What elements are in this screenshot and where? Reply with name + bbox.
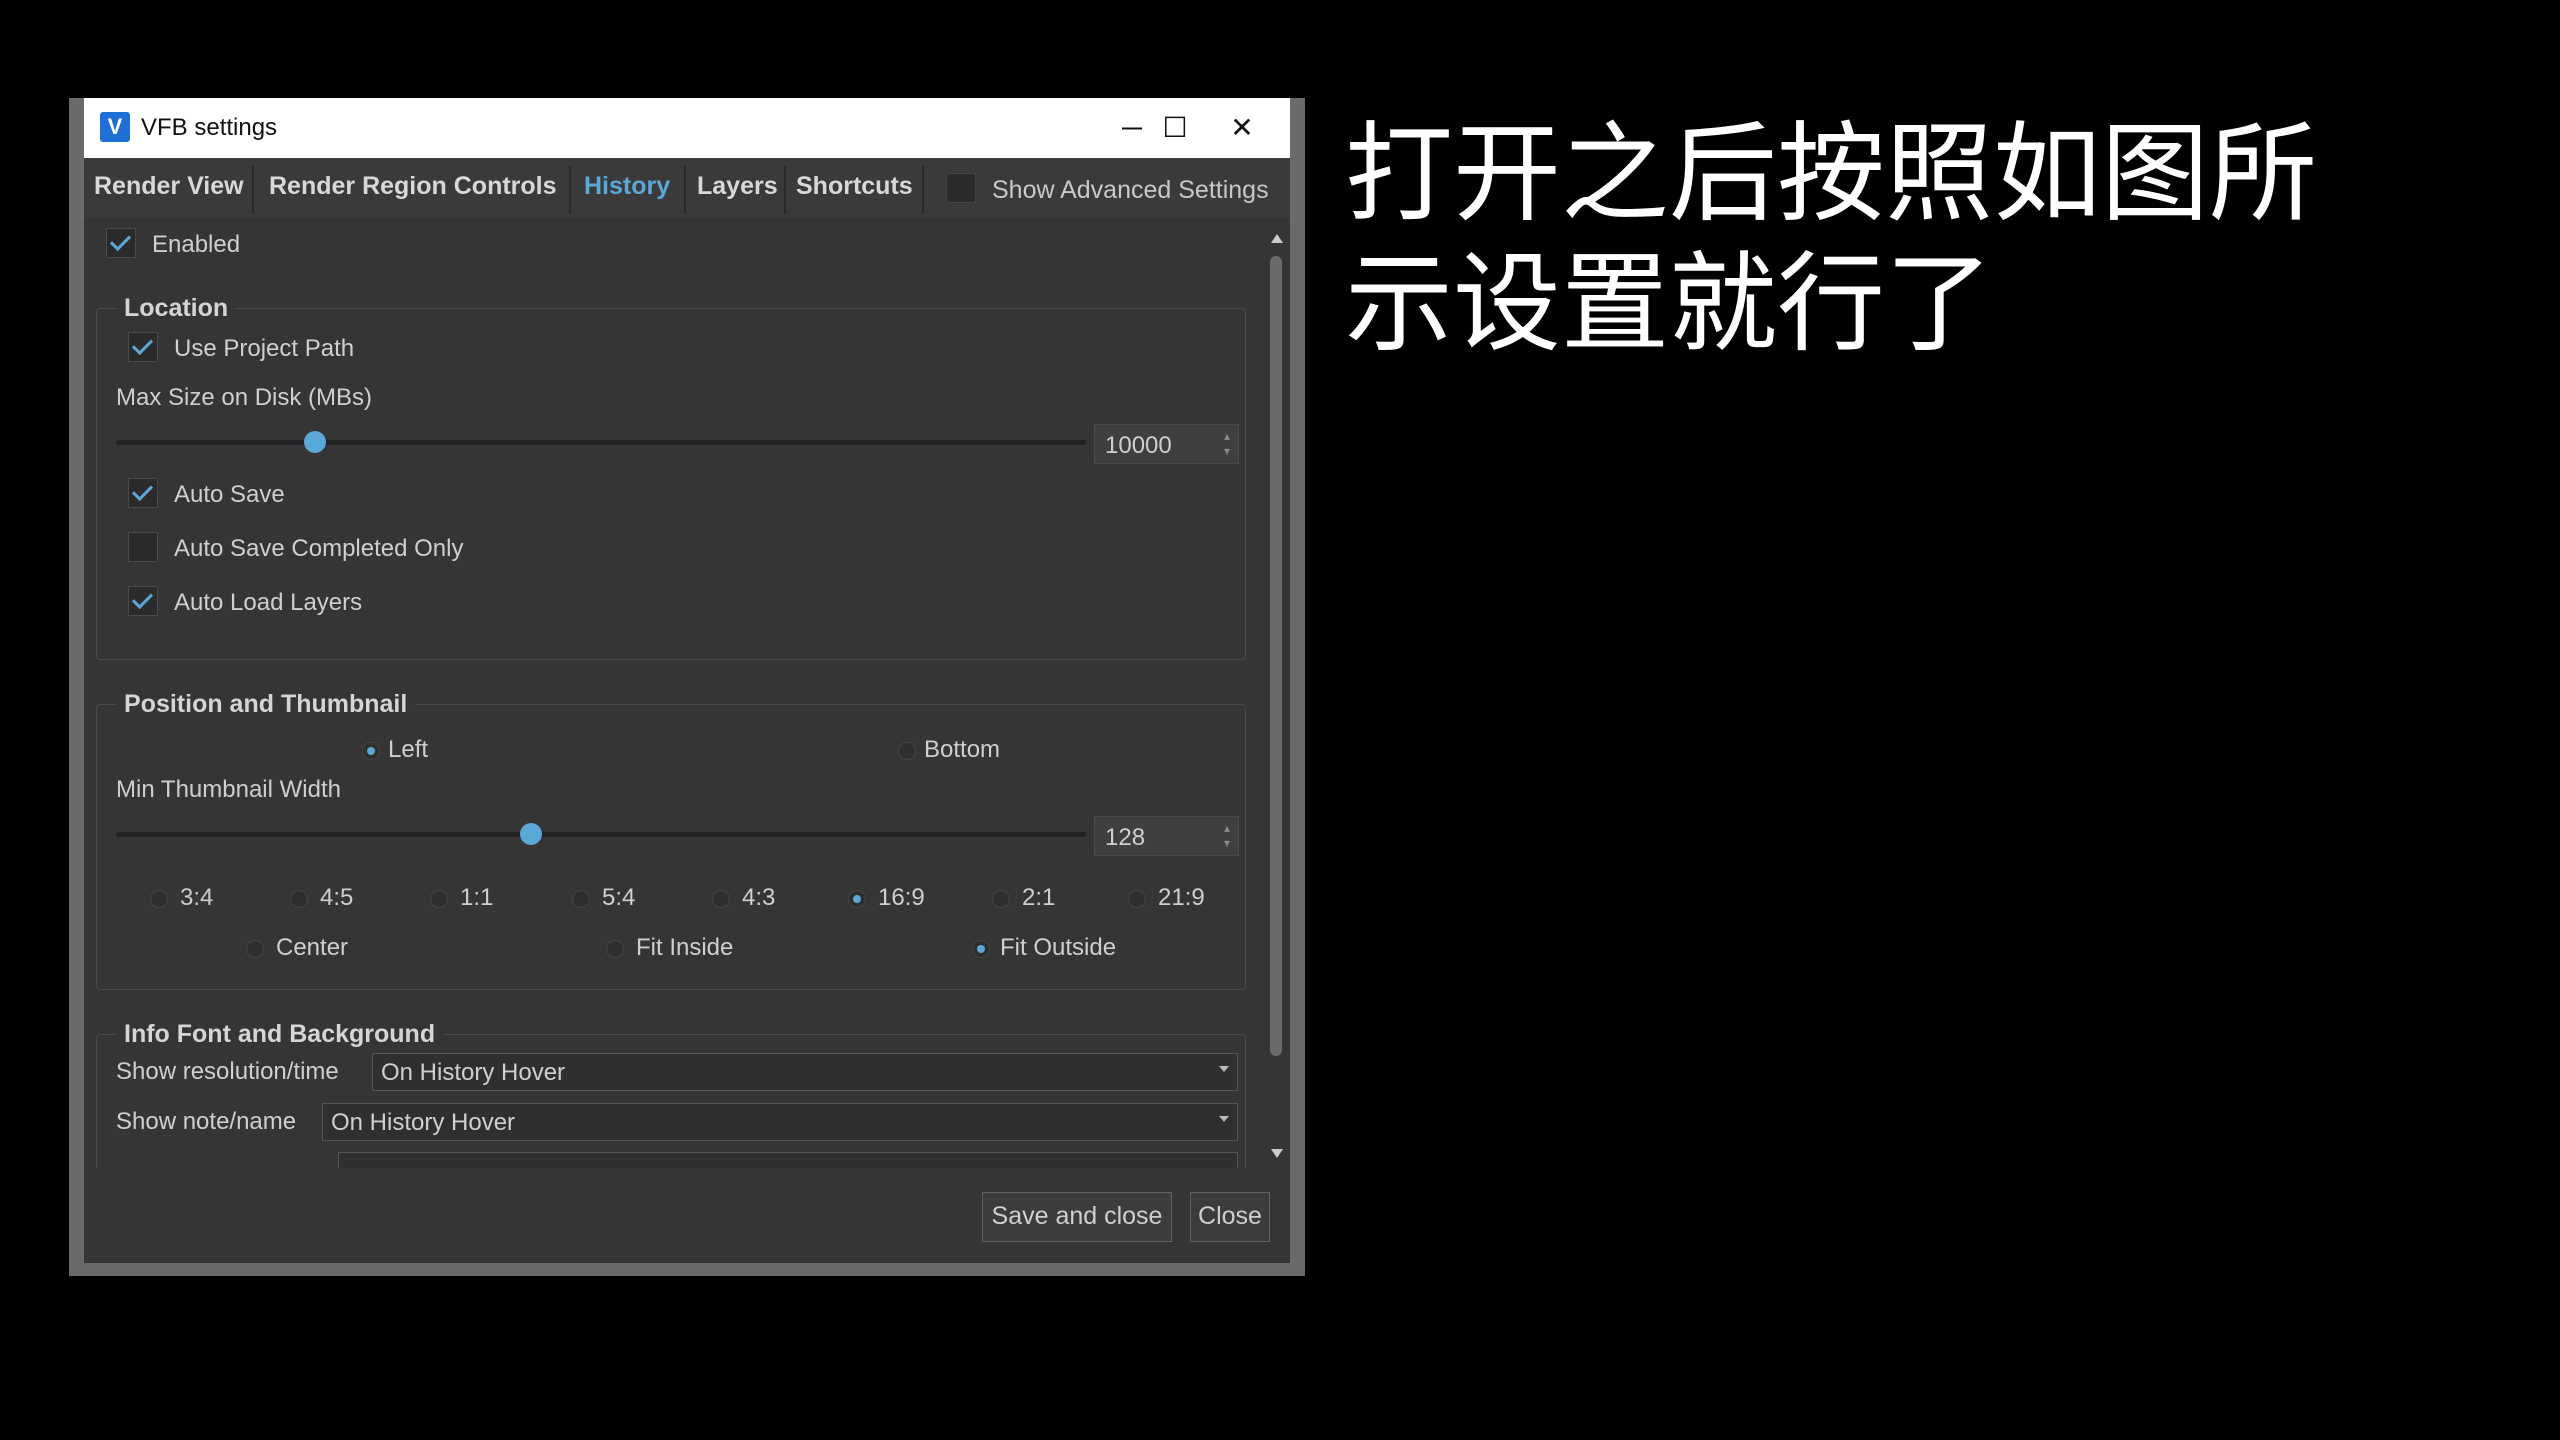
use-project-path-checkbox[interactable] xyxy=(128,332,158,362)
tab-history[interactable]: History xyxy=(584,172,670,201)
tab-divider xyxy=(252,166,254,214)
enabled-label: Enabled xyxy=(152,231,241,258)
min-thumb-width-spinbox[interactable]: 128 ▴ ▾ xyxy=(1094,816,1239,856)
scrollbar-thumb[interactable] xyxy=(1270,256,1282,1056)
auto-save-label: Auto Save xyxy=(174,481,285,508)
fit-inside-label: Fit Inside xyxy=(636,934,734,961)
max-size-label: Max Size on Disk (MBs) xyxy=(116,384,373,411)
maximize-button[interactable]: ☐ xyxy=(1150,104,1200,152)
fit-center-label: Center xyxy=(276,934,349,961)
tab-shortcuts[interactable]: Shortcuts xyxy=(796,172,913,201)
ratio-2-1-label: 2:1 xyxy=(1022,884,1056,911)
caption-line-2: 示设置就行了 xyxy=(1345,242,1994,367)
note-label: Show note/name xyxy=(116,1108,297,1135)
show-advanced-checkbox[interactable] xyxy=(946,173,976,203)
max-size-slider-handle[interactable] xyxy=(304,431,326,453)
resolution-dropdown[interactable]: On History Hover xyxy=(372,1053,1238,1091)
scroll-down-icon[interactable] xyxy=(1271,1149,1283,1158)
spin-up-icon[interactable]: ▴ xyxy=(1224,430,1230,442)
position-left-label: Left xyxy=(388,736,429,763)
resolution-value: On History Hover xyxy=(381,1059,566,1086)
ratio-1-1-radio[interactable] xyxy=(430,890,448,908)
check-icon xyxy=(109,229,132,252)
show-advanced-label: Show Advanced Settings xyxy=(992,176,1269,204)
tab-layers[interactable]: Layers xyxy=(697,172,778,201)
use-project-path-label: Use Project Path xyxy=(174,335,355,362)
chevron-down-icon xyxy=(1219,1066,1229,1072)
min-thumb-width-label: Min Thumbnail Width xyxy=(116,776,341,803)
note-value: On History Hover xyxy=(331,1109,516,1136)
max-size-spinbox[interactable]: 10000 ▴ ▾ xyxy=(1094,424,1239,464)
partial-dropdown[interactable] xyxy=(338,1152,1238,1168)
window-title: VFB settings xyxy=(141,114,278,141)
location-title: Location xyxy=(116,294,237,323)
auto-save-completed-label: Auto Save Completed Only xyxy=(174,535,464,562)
ratio-3-4-radio[interactable] xyxy=(150,890,168,908)
min-thumb-width-value: 128 xyxy=(1105,824,1146,851)
position-bottom-radio[interactable] xyxy=(898,742,916,760)
spin-down-icon[interactable]: ▾ xyxy=(1224,445,1230,457)
caption-text: 打开之后按照如图所 示设置就行了 xyxy=(1345,110,2317,370)
auto-load-layers-checkbox[interactable] xyxy=(128,586,158,616)
enabled-checkbox[interactable] xyxy=(106,228,136,258)
title-bar[interactable]: V VFB settings ─ ☐ ✕ xyxy=(84,98,1290,158)
note-dropdown[interactable]: On History Hover xyxy=(322,1103,1238,1141)
tab-render-region-controls[interactable]: Render Region Controls xyxy=(269,172,557,201)
ratio-4-5-label: 4:5 xyxy=(320,884,354,911)
fit-inside-radio[interactable] xyxy=(606,940,624,958)
tab-render-view[interactable]: Render View xyxy=(94,172,244,201)
caption-line-1: 打开之后按照如图所 xyxy=(1345,112,2318,237)
ratio-16-9-radio[interactable] xyxy=(848,890,866,908)
tab-divider xyxy=(569,166,571,214)
auto-save-completed-checkbox[interactable] xyxy=(128,532,158,562)
position-bottom-label: Bottom xyxy=(924,736,1001,763)
ratio-2-1-radio[interactable] xyxy=(992,890,1010,908)
ratio-4-3-radio[interactable] xyxy=(712,890,730,908)
spin-down-icon[interactable]: ▾ xyxy=(1224,837,1230,849)
check-icon xyxy=(131,333,154,356)
vertical-scrollbar[interactable] xyxy=(1264,224,1290,1168)
position-left-radio[interactable] xyxy=(362,742,380,760)
ratio-16-9-label: 16:9 xyxy=(878,884,925,911)
tab-divider xyxy=(922,166,924,214)
vfb-settings-dialog: V VFB settings ─ ☐ ✕ Render View Render … xyxy=(84,98,1290,1263)
auto-save-checkbox[interactable] xyxy=(128,478,158,508)
chevron-down-icon xyxy=(1219,1116,1229,1122)
check-icon xyxy=(131,479,154,502)
min-thumb-width-slider[interactable] xyxy=(116,832,1086,837)
spin-up-icon[interactable]: ▴ xyxy=(1224,822,1230,834)
ratio-5-4-label: 5:4 xyxy=(602,884,636,911)
ratio-4-5-radio[interactable] xyxy=(290,890,308,908)
tab-divider xyxy=(784,166,786,214)
position-title: Position and Thumbnail xyxy=(116,690,416,719)
close-button[interactable]: Close xyxy=(1190,1192,1270,1242)
fit-center-radio[interactable] xyxy=(246,940,264,958)
ratio-4-3-label: 4:3 xyxy=(742,884,776,911)
info-title: Info Font and Background xyxy=(116,1020,444,1049)
fit-outside-label: Fit Outside xyxy=(1000,934,1117,961)
app-icon: V xyxy=(100,112,130,142)
ratio-3-4-label: 3:4 xyxy=(180,884,214,911)
history-settings-panel[interactable]: Enabled Location Use Project Path Max Si… xyxy=(84,218,1264,1168)
ratio-5-4-radio[interactable] xyxy=(572,890,590,908)
max-size-value: 10000 xyxy=(1105,432,1172,459)
tab-bar: Render View Render Region Controls Histo… xyxy=(84,158,1290,218)
resolution-label: Show resolution/time xyxy=(116,1058,339,1085)
auto-load-layers-label: Auto Load Layers xyxy=(174,589,363,616)
fit-outside-radio[interactable] xyxy=(972,940,990,958)
close-window-button[interactable]: ✕ xyxy=(1212,104,1272,152)
scroll-up-icon[interactable] xyxy=(1271,234,1283,243)
save-and-close-button[interactable]: Save and close xyxy=(982,1192,1172,1242)
ratio-1-1-label: 1:1 xyxy=(460,884,494,911)
min-thumb-width-slider-handle[interactable] xyxy=(520,823,542,845)
tab-divider xyxy=(684,166,686,214)
ratio-21-9-radio[interactable] xyxy=(1128,890,1146,908)
ratio-21-9-label: 21:9 xyxy=(1158,884,1205,911)
max-size-slider[interactable] xyxy=(116,440,1086,445)
check-icon xyxy=(131,587,154,610)
